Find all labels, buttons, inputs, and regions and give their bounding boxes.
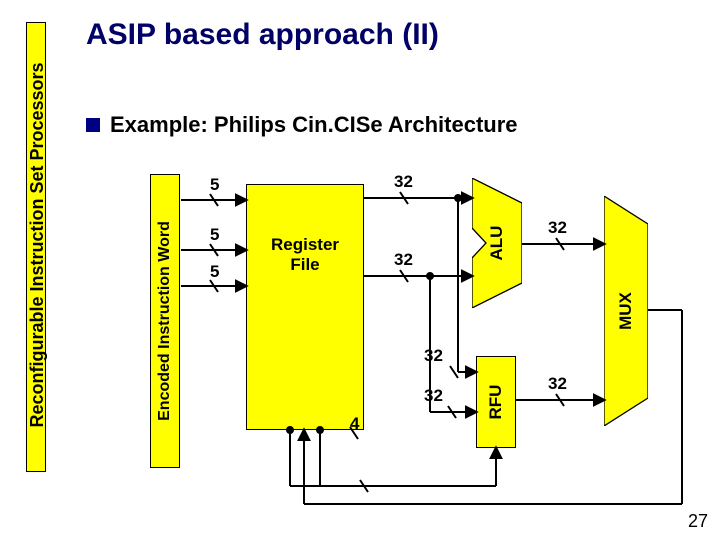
rfu-in-top-bits: 32 [424, 346, 443, 366]
rf-out-top-bits: 32 [394, 172, 413, 192]
slide: Reconfigurable Instruction Set Processor… [0, 0, 720, 540]
page-number: 27 [688, 511, 708, 532]
rfu-ctrl-bits: 4 [350, 414, 359, 434]
rf-out-bot-bits: 32 [394, 250, 413, 270]
addr-bits-c: 5 [210, 262, 219, 282]
rfu-out-bits: 32 [548, 374, 567, 394]
alu-out-bits: 32 [548, 218, 567, 238]
wires [0, 0, 720, 540]
rfu-in-bot-bits: 32 [424, 386, 443, 406]
addr-bits-b: 5 [210, 225, 219, 245]
addr-bits-a: 5 [210, 175, 219, 195]
